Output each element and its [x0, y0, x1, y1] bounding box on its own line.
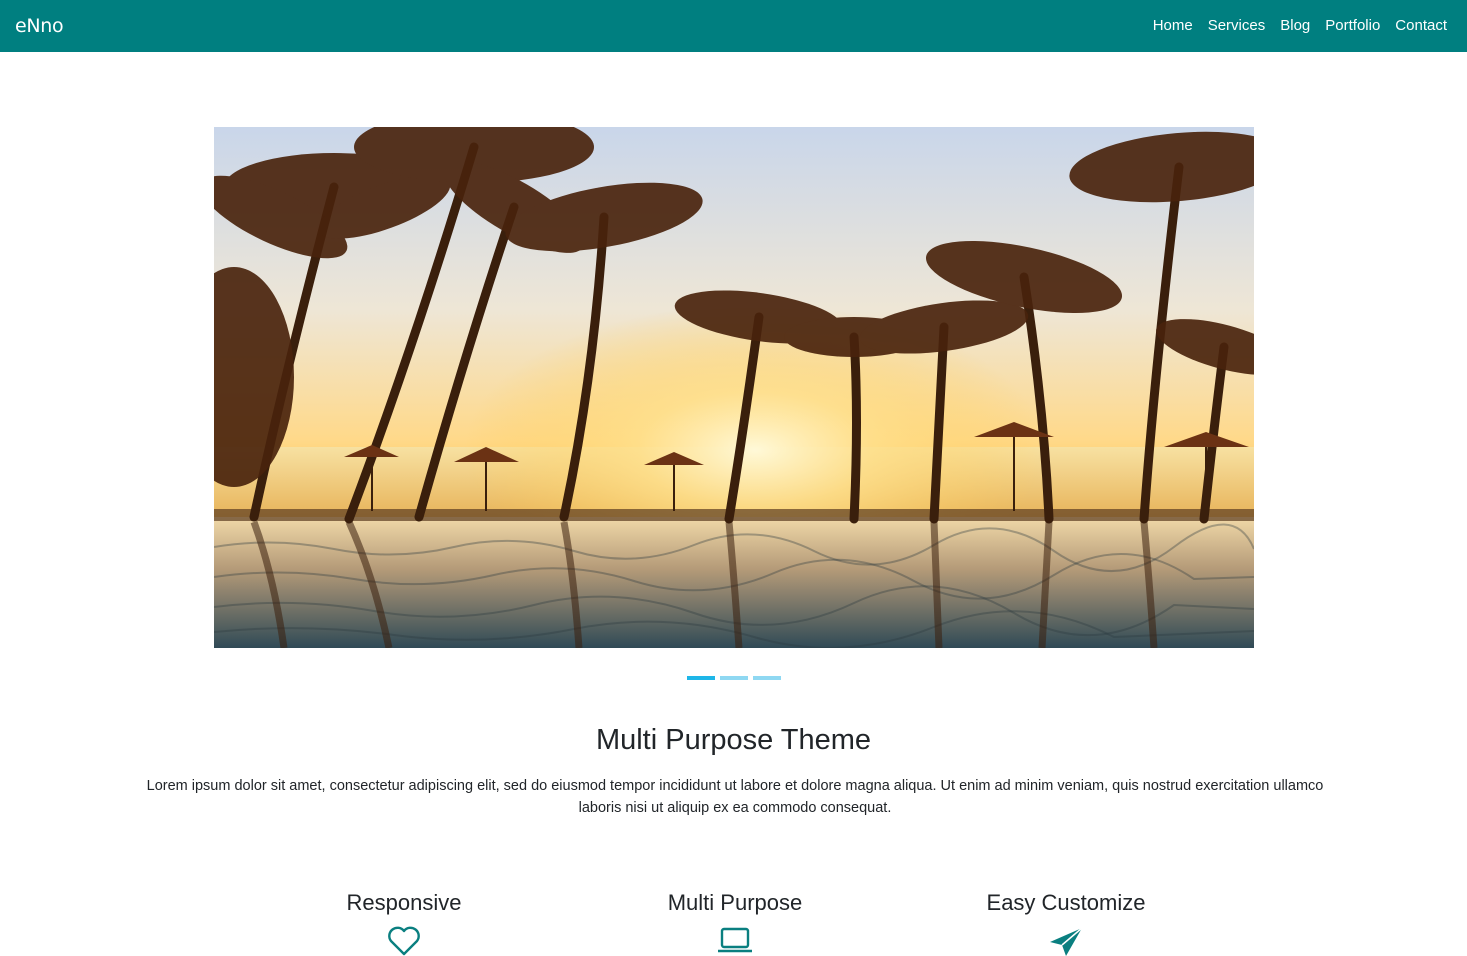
nav-menu: Home Services Blog Portfolio Contact: [1153, 17, 1447, 35]
carousel-indicator-2[interactable]: [720, 676, 748, 680]
section-description: Lorem ipsum dolor sit amet, consectetur …: [146, 778, 1324, 816]
heart-icon: [388, 926, 420, 956]
navbar: eNno Home Services Blog Portfolio Contac…: [0, 0, 1467, 52]
nav-link-portfolio[interactable]: Portfolio: [1325, 17, 1380, 34]
feature-responsive: Responsive: [284, 890, 524, 956]
section-title: Multi Purpose Theme: [595, 724, 872, 756]
feature-title: Multi Purpose: [667, 890, 803, 915]
feature-easy-customize: Easy Customize: [946, 890, 1186, 956]
brand-logo[interactable]: eNno: [15, 15, 64, 37]
nav-link-home[interactable]: Home: [1153, 17, 1193, 34]
feature-multi-purpose: Multi Purpose: [615, 890, 855, 956]
nav-link-contact[interactable]: Contact: [1395, 17, 1447, 34]
carousel-indicators: [687, 676, 781, 680]
feature-title: Easy Customize: [986, 890, 1146, 915]
laptop-icon: [718, 927, 752, 953]
feature-title: Responsive: [346, 890, 462, 915]
hero-carousel-image: [214, 127, 1254, 648]
nav-link-blog[interactable]: Blog: [1280, 17, 1310, 34]
carousel-indicator-3[interactable]: [753, 676, 781, 680]
send-icon: [1050, 927, 1083, 956]
carousel-indicator-1[interactable]: [687, 676, 715, 680]
nav-link-services[interactable]: Services: [1208, 17, 1266, 34]
